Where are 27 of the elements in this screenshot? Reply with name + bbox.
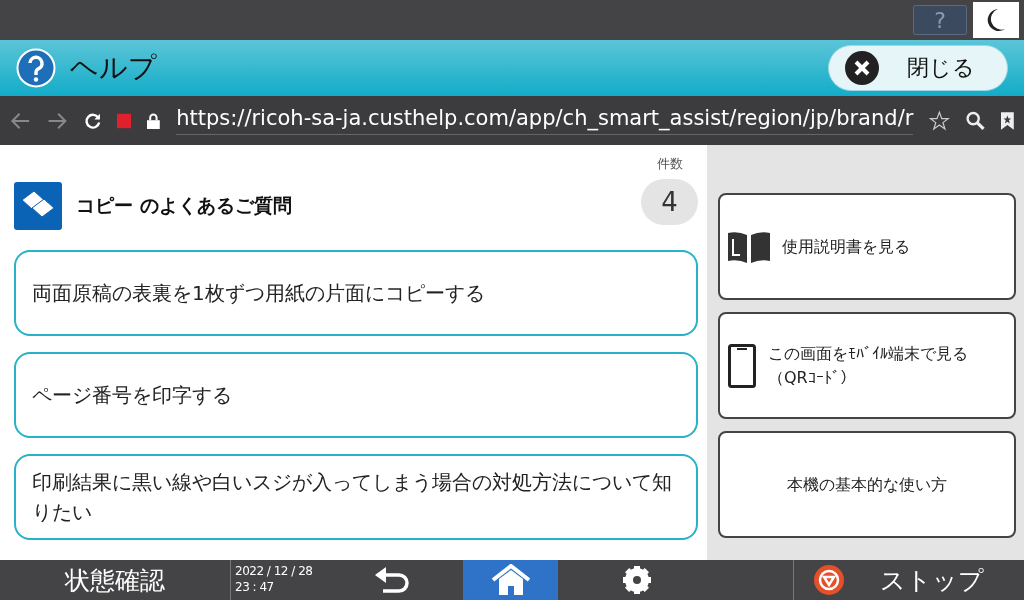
home-button[interactable] xyxy=(463,560,558,600)
time-text: 23 : 47 xyxy=(235,580,275,596)
close-icon xyxy=(845,51,879,85)
stop-button[interactable]: ストップ xyxy=(793,560,1024,600)
home-icon xyxy=(490,564,531,596)
bookmark-icon[interactable] xyxy=(1001,109,1014,132)
header-title: ヘルプ xyxy=(70,50,158,86)
phone-icon xyxy=(728,343,756,388)
help-icon xyxy=(16,48,56,88)
stop-square-icon xyxy=(117,111,132,130)
faq-title: コピー のよくあるご質問 xyxy=(76,193,293,218)
close-button[interactable]: 閉じる xyxy=(828,45,1008,91)
faq-item[interactable]: ページ番号を印字する xyxy=(14,352,698,438)
date-text: 2022 / 12 / 28 xyxy=(235,564,314,580)
side-button[interactable]: この画面をﾓﾊﾞｲﾙ端末で見る（QRｺｰﾄﾞ） xyxy=(718,312,1016,419)
book-icon xyxy=(728,230,770,263)
moon-icon xyxy=(986,8,1006,32)
faq-item[interactable]: 両面原稿の表裏を1枚ずつ用紙の片面にコピーする xyxy=(14,250,698,336)
side-button[interactable]: 本機の基本的な使い方 xyxy=(718,431,1016,538)
night-mode-button[interactable] xyxy=(973,2,1019,38)
count-badge: 4 xyxy=(641,179,698,225)
count-label: 件数 xyxy=(656,155,683,173)
status-button[interactable]: 状態確認 xyxy=(0,560,230,600)
stop-icon xyxy=(814,565,844,595)
faq-item[interactable]: 印刷結果に黒い線や白いスジが入ってしまう場合の対処方法について知りたい xyxy=(14,454,698,540)
settings-icon xyxy=(621,565,652,595)
side-button[interactable]: 使用説明書を見る xyxy=(718,193,1016,300)
